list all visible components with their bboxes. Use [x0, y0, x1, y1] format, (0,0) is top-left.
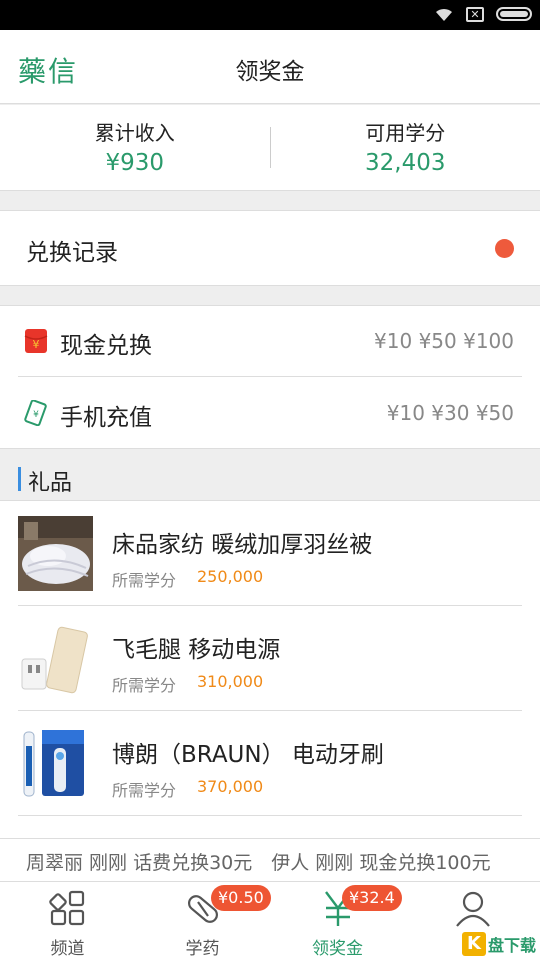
- bottom-tab-bar: 频道 ¥0.50 学药 ¥32.4 领奖金: [0, 882, 540, 960]
- total-income-label: 累计收入: [94, 121, 175, 145]
- tab-rewards[interactable]: ¥32.4 领奖金: [270, 882, 405, 960]
- tab-label: 学药: [185, 939, 220, 959]
- status-bar: ✕: [0, 0, 540, 30]
- page-title: 领奖金: [235, 59, 305, 85]
- exchange-options: ¥ 现金兑换 ¥10 ¥50 ¥100 ¥ 手机充值 ¥10 ¥30 ¥50: [0, 305, 540, 449]
- cash-exchange-values: ¥10 ¥50 ¥100: [374, 329, 514, 353]
- gift-item[interactable]: [18, 816, 522, 838]
- gift-item[interactable]: 床品家纺 暖绒加厚羽丝被 所需学分 250,000: [18, 501, 522, 606]
- gift-name: 博朗（BRAUN） 电动牙刷: [112, 742, 384, 768]
- gift-name: 床品家纺 暖绒加厚羽丝被: [112, 532, 373, 558]
- total-income: 累计收入 ¥930: [0, 105, 270, 190]
- watermark-text: 盘下载: [487, 936, 536, 955]
- phone-recharge-label: 手机充值: [60, 405, 152, 431]
- phone-card-icon: ¥: [24, 400, 47, 426]
- gift-price: 250,000: [197, 567, 264, 586]
- tab-label: 领奖金: [312, 939, 363, 959]
- tab-channels[interactable]: 频道: [0, 882, 135, 960]
- tab-learn[interactable]: ¥0.50 学药: [135, 882, 271, 960]
- quilt-image: [18, 516, 93, 591]
- gift-section-header: 礼品: [0, 458, 540, 500]
- gift-item[interactable]: 飞毛腿 移动电源 所需学分 310,000: [18, 606, 522, 711]
- gift-price-label: 所需学分: [112, 781, 177, 800]
- total-income-value: ¥930: [105, 150, 165, 176]
- activity-ticker: 周翠丽 刚刚 话费兑换30元 伊人 刚刚 现金兑换100元: [0, 838, 540, 882]
- person-icon: [456, 891, 490, 927]
- gift-image: [18, 831, 93, 838]
- gift-price-label: 所需学分: [112, 676, 177, 695]
- watermark-k: K: [461, 932, 486, 956]
- wifi-icon: [436, 8, 452, 21]
- earnings-summary: 累计收入 ¥930 可用学分 32,403: [0, 105, 540, 191]
- available-credits-label: 可用学分: [365, 121, 446, 145]
- power-bank-image: [18, 621, 93, 696]
- gift-section-title: 礼品: [28, 471, 73, 496]
- gift-price: 370,000: [197, 777, 264, 796]
- cash-exchange-row[interactable]: ¥ 现金兑换 ¥10 ¥50 ¥100: [18, 306, 522, 377]
- available-credits: 可用学分 32,403: [271, 105, 540, 190]
- gift-name: 飞毛腿 移动电源: [112, 637, 281, 663]
- exchange-history-row[interactable]: 兑换记录: [0, 210, 540, 286]
- no-sim-icon: ✕: [466, 6, 484, 22]
- exchange-history-label: 兑换记录: [26, 240, 118, 266]
- gift-list: 床品家纺 暖绒加厚羽丝被 所需学分 250,000 飞毛腿 移动电源 所需学分 …: [0, 500, 540, 838]
- tab-label: 频道: [50, 939, 85, 959]
- gift-price: 310,000: [197, 672, 264, 691]
- gift-price-label: 所需学分: [112, 571, 177, 590]
- ticker-text: 周翠丽 刚刚 话费兑换30元 伊人 刚刚 现金兑换100元: [26, 852, 491, 874]
- svg-text:¥: ¥: [33, 338, 40, 351]
- grid-icon: [49, 890, 85, 926]
- phone-recharge-values: ¥10 ¥30 ¥50: [386, 401, 514, 425]
- reward-badge: ¥0.50: [211, 885, 271, 911]
- section-marker: [18, 467, 21, 491]
- notification-dot: [495, 239, 514, 258]
- gift-item[interactable]: 博朗（BRAUN） 电动牙刷 所需学分 370,000: [18, 711, 522, 816]
- svg-text:¥: ¥: [33, 410, 39, 420]
- cash-exchange-label: 现金兑换: [60, 333, 152, 359]
- battery-icon: [496, 7, 532, 21]
- watermark-logo: K 盘下载: [461, 930, 536, 958]
- red-envelope-icon: ¥: [24, 329, 48, 353]
- toothbrush-image: [18, 726, 93, 801]
- reward-badge: ¥32.4: [342, 885, 402, 911]
- phone-recharge-row[interactable]: ¥ 手机充值 ¥10 ¥30 ¥50: [18, 378, 522, 449]
- app-header: 藥信 领奖金: [0, 30, 540, 104]
- available-credits-value: 32,403: [365, 150, 446, 176]
